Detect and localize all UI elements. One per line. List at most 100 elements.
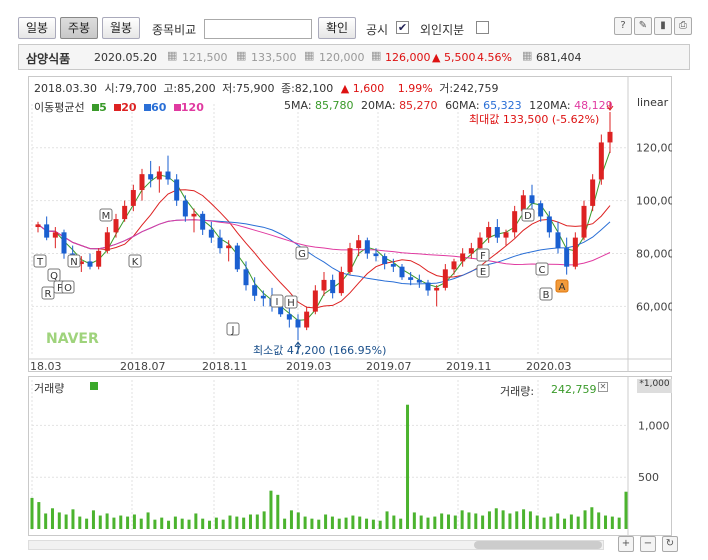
candle-body xyxy=(572,237,578,267)
candle-body xyxy=(217,237,223,249)
marker-A: A xyxy=(559,282,566,293)
volume-bar xyxy=(167,520,171,529)
print-icon[interactable]: ⎙ xyxy=(674,17,692,35)
candle-body xyxy=(96,250,102,267)
open-icon: ▦ xyxy=(236,49,247,62)
candle-body xyxy=(546,216,552,233)
marker-H: H xyxy=(287,298,295,309)
volume-bar xyxy=(119,515,123,529)
volume-bar xyxy=(324,514,328,529)
volume-bar xyxy=(549,516,553,529)
volume-y-tick: 500 xyxy=(638,471,659,484)
x-tick-label: 2020.03 xyxy=(526,360,572,372)
candle-body xyxy=(347,248,353,272)
candle-body xyxy=(590,179,596,206)
volume-bar xyxy=(214,517,218,529)
candle-body xyxy=(165,171,171,180)
volume-bar xyxy=(569,514,573,529)
foreign-checkbox[interactable] xyxy=(476,21,489,34)
volume-bar xyxy=(487,511,491,529)
volume-bar xyxy=(535,515,539,529)
volume-bar xyxy=(132,514,136,529)
volume-bar xyxy=(453,515,457,529)
candle-body xyxy=(477,237,483,249)
candle-body xyxy=(122,205,128,220)
volume-bar xyxy=(610,516,614,529)
volume-bar xyxy=(85,518,89,529)
y-tick-label: 100,000 xyxy=(636,195,672,208)
volume-bar xyxy=(262,511,266,529)
monthly-button[interactable]: 월봉 xyxy=(102,17,140,39)
volume-bar xyxy=(112,517,116,529)
scroll-thumb[interactable] xyxy=(474,541,602,549)
confirm-button[interactable]: 확인 xyxy=(318,17,356,39)
volume-bar xyxy=(228,515,232,529)
candle-body xyxy=(113,219,119,233)
marker-M: M xyxy=(102,211,111,222)
candle-body xyxy=(200,213,206,230)
volume-bar xyxy=(180,518,184,529)
candle-body xyxy=(468,248,474,254)
volume-bar xyxy=(91,510,95,529)
daily-button[interactable]: 일봉 xyxy=(18,17,56,39)
max-annotation: 최대값 133,500 (-5.62%) xyxy=(469,113,600,126)
volume-bar xyxy=(255,514,259,529)
volume-bar xyxy=(576,516,580,529)
candle-body xyxy=(104,232,110,251)
disclosure-checkbox[interactable]: ✔ xyxy=(396,21,409,34)
compare-input[interactable] xyxy=(204,19,312,39)
disclosure-label: 공시 xyxy=(366,23,389,37)
volume-bar xyxy=(296,512,300,529)
volume-bar xyxy=(187,519,191,529)
volume-icon: ▦ xyxy=(522,49,533,62)
volume-bar xyxy=(542,517,546,529)
volume-bar xyxy=(590,507,594,529)
candle-body xyxy=(156,171,162,180)
volume-bar xyxy=(126,516,130,529)
volume-bar xyxy=(98,515,102,529)
zoom-out-icon[interactable]: − xyxy=(640,536,656,552)
volume-bar xyxy=(365,518,369,529)
help-icon[interactable]: ? xyxy=(614,17,632,35)
volume-bar xyxy=(221,519,225,529)
volume-bar xyxy=(522,509,526,529)
volume-bar xyxy=(317,519,321,529)
marker-N: N xyxy=(70,257,77,268)
volume-bar xyxy=(248,514,252,529)
candle-body xyxy=(373,253,379,257)
pen-icon[interactable]: ✎ xyxy=(634,17,652,35)
rate-value: 4.56% xyxy=(477,51,512,64)
volume-bar xyxy=(467,512,471,529)
candle-body xyxy=(304,311,310,328)
volume-value: 681,404 xyxy=(536,51,582,64)
volume-bar xyxy=(330,516,334,529)
volume-bar xyxy=(419,515,423,529)
weekly-button[interactable]: 주봉 xyxy=(60,17,98,39)
reset-zoom-icon[interactable]: ↻ xyxy=(662,536,678,552)
candle-body xyxy=(208,229,214,238)
volume-bar xyxy=(597,512,601,529)
volume-bar xyxy=(242,517,246,529)
volume-bar xyxy=(508,513,512,529)
candle-body xyxy=(598,142,604,180)
price-icon: ▦ xyxy=(371,49,382,62)
price-value: 126,000 xyxy=(385,51,431,64)
candle-body xyxy=(564,248,570,267)
volume-bar xyxy=(351,515,355,529)
max-arrow xyxy=(606,102,614,111)
volume-bar xyxy=(392,515,396,529)
candle-body xyxy=(286,314,292,320)
volume-bar xyxy=(208,520,212,529)
candle-body xyxy=(35,224,41,228)
marker-O: O xyxy=(64,283,72,294)
prev-value: 121,500 xyxy=(182,51,228,64)
candle-body xyxy=(538,203,544,217)
cursor-icon[interactable]: ▮ xyxy=(654,17,672,35)
stock-name: 삼양식품 xyxy=(26,52,71,66)
candle-body xyxy=(182,200,188,217)
zoom-in-icon[interactable]: + xyxy=(618,536,634,552)
y-tick-label: 80,000 xyxy=(636,247,672,260)
open-value: 133,500 xyxy=(251,51,297,64)
volume-bar xyxy=(303,516,307,529)
marker-I: I xyxy=(276,297,279,308)
